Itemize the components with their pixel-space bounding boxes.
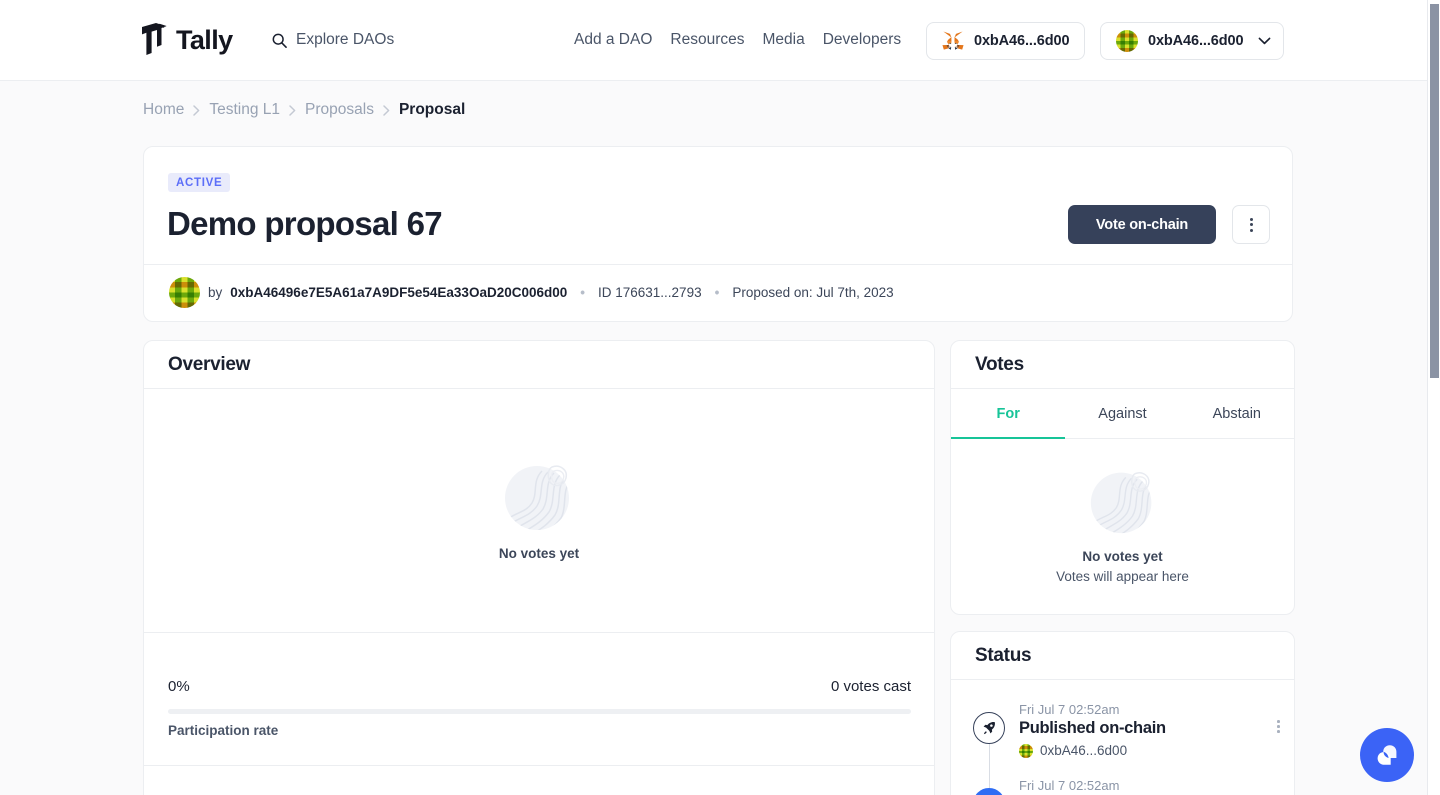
tally-logo[interactable]: Tally — [140, 23, 233, 57]
chevron-right-icon — [193, 104, 200, 116]
timeline-timestamp: Fri Jul 7 02:52am — [1019, 702, 1120, 717]
breadcrumb-item-proposals[interactable]: Proposals — [305, 101, 374, 119]
chat-widget-button[interactable] — [1360, 728, 1414, 782]
proposal-id: ID 176631...2793 — [598, 285, 702, 300]
kebab-menu-icon — [1249, 217, 1253, 232]
votes-empty-title: No votes yet — [1082, 549, 1163, 564]
timeline-item-body: Fri Jul 7 02:52am Published on-chain 0xb… — [1019, 698, 1277, 758]
breadcrumb-item-proposal: Proposal — [398, 101, 466, 118]
votes-card-header: Votes — [951, 341, 1294, 389]
overview-divider — [144, 632, 934, 633]
explore-daos-label: Explore DAOs — [296, 31, 395, 48]
site-header: Tally Explore DAOs Add a DAO Resources M… — [0, 0, 1428, 81]
rocket-icon — [973, 712, 1005, 744]
nav-item-add-a-dao[interactable]: Add a DAO — [573, 31, 653, 49]
timeline-timestamp: Fri Jul 7 02:52am — [1019, 778, 1120, 793]
filled-circle-icon — [973, 788, 1005, 795]
overview-divider-bottom — [144, 765, 934, 766]
no-votes-illustration — [505, 465, 569, 530]
tally-logo-text: Tally — [176, 25, 233, 55]
chat-bubbles-icon — [1377, 745, 1397, 765]
chevron-right-icon — [289, 104, 296, 116]
proposal-more-menu-button[interactable] — [1232, 205, 1270, 244]
page-viewport: Tally Explore DAOs Add a DAO Resources M… — [0, 0, 1440, 795]
timeline-item-menu-button[interactable] — [1277, 720, 1280, 758]
search-icon — [272, 33, 287, 48]
breadcrumb: Home Testing L1 Proposals Proposal — [143, 101, 465, 119]
status-timeline: Fri Jul 7 02:52am Published on-chain 0xb… — [951, 680, 1294, 795]
account-avatar — [1116, 30, 1138, 52]
timeline-connector-line — [988, 740, 990, 795]
meta-separator: • — [580, 285, 585, 300]
meta-by-label: by — [208, 285, 223, 300]
overview-empty-title: No votes yet — [498, 546, 580, 561]
meta-separator: • — [714, 285, 720, 300]
timeline-actor: 0xbA46...6d00 — [1019, 743, 1277, 758]
proposal-meta: by 0xbA46496e7E5A61a7A9DF5e54Ea33OaD20C0… — [169, 277, 894, 308]
tally-logo-icon — [142, 23, 167, 55]
status-title: Status — [975, 644, 1032, 666]
breadcrumb-item-home[interactable]: Home — [143, 101, 184, 119]
metamask-fox-icon — [942, 31, 964, 50]
overview-title: Overview — [168, 353, 251, 375]
participation-rate-label: Participation rate — [168, 723, 279, 738]
page-title: Demo proposal 67 — [167, 205, 443, 242]
author-avatar — [169, 277, 200, 308]
votes-empty-state: No votes yet Votes will appear here — [951, 440, 1294, 610]
participation-percent: 0% — [168, 678, 190, 695]
proposed-on-date: Proposed on: Jul 7th, 2023 — [732, 285, 894, 300]
tab-for[interactable]: For — [951, 389, 1066, 439]
breadcrumb-item-testing-l1[interactable]: Testing L1 — [209, 101, 280, 119]
vote-on-chain-button[interactable]: Vote on-chain — [1068, 205, 1216, 244]
author-address[interactable]: 0xbA46496e7E5A61a7A9DF5e54Ea33OaD20C006d… — [230, 285, 567, 300]
participation-row: 0% 0 votes cast — [168, 678, 911, 695]
nav-item-resources[interactable]: Resources — [669, 31, 745, 49]
proposal-card-divider — [144, 264, 1292, 265]
metamask-wallet-label: 0xbA46...6d00 — [974, 33, 1070, 49]
tab-against[interactable]: Against — [1065, 389, 1179, 438]
votes-empty-subtitle: Votes will appear here — [1056, 569, 1189, 584]
chevron-down-icon — [1259, 37, 1271, 45]
timeline-item-second: Fri Jul 7 02:52am — [951, 774, 1294, 795]
account-address-label: 0xbA46...6d00 — [1148, 33, 1244, 49]
no-votes-illustration — [1090, 472, 1151, 534]
timeline-event-title: Published on-chain — [1019, 719, 1166, 737]
account-menu-button[interactable]: 0xbA46...6d00 — [1100, 22, 1285, 60]
metamask-wallet-button[interactable]: 0xbA46...6d00 — [926, 22, 1086, 60]
timeline-actor-address: 0xbA46...6d00 — [1040, 743, 1128, 758]
votes-tabs: For Against Abstain — [951, 389, 1294, 439]
page-scrollbar-track[interactable] — [1428, 0, 1440, 795]
participation-progress-bar — [168, 709, 911, 714]
main-nav: Add a DAO Resources Media Developers — [573, 31, 902, 49]
nav-item-developers[interactable]: Developers — [822, 31, 902, 49]
status-card: Status Fri Jul 7 02:52am Published on-ch… — [950, 631, 1295, 795]
page-scrollbar-thumb[interactable] — [1430, 4, 1439, 378]
nav-item-media[interactable]: Media — [762, 31, 806, 49]
chevron-right-icon — [383, 104, 390, 116]
explore-daos-link[interactable]: Explore DAOs — [272, 31, 394, 49]
timeline-item-published: Fri Jul 7 02:52am Published on-chain 0xb… — [951, 698, 1294, 758]
timeline-actor-avatar — [1019, 743, 1033, 758]
overview-card-header: Overview — [144, 341, 934, 389]
timeline-item-body: Fri Jul 7 02:52am — [1019, 774, 1294, 795]
tab-abstain[interactable]: Abstain — [1180, 389, 1294, 438]
votes-title: Votes — [975, 353, 1024, 375]
status-card-header: Status — [951, 632, 1294, 680]
votes-cast-count: 0 votes cast — [830, 678, 911, 695]
overview-empty-state: No votes yet — [144, 389, 934, 631]
status-badge: ACTIVE — [168, 173, 231, 192]
overview-card: Overview No votes yet 0% 0 votes cast Pa… — [143, 340, 935, 795]
votes-card: Votes For Against Abstain No votes yet V… — [950, 340, 1295, 615]
